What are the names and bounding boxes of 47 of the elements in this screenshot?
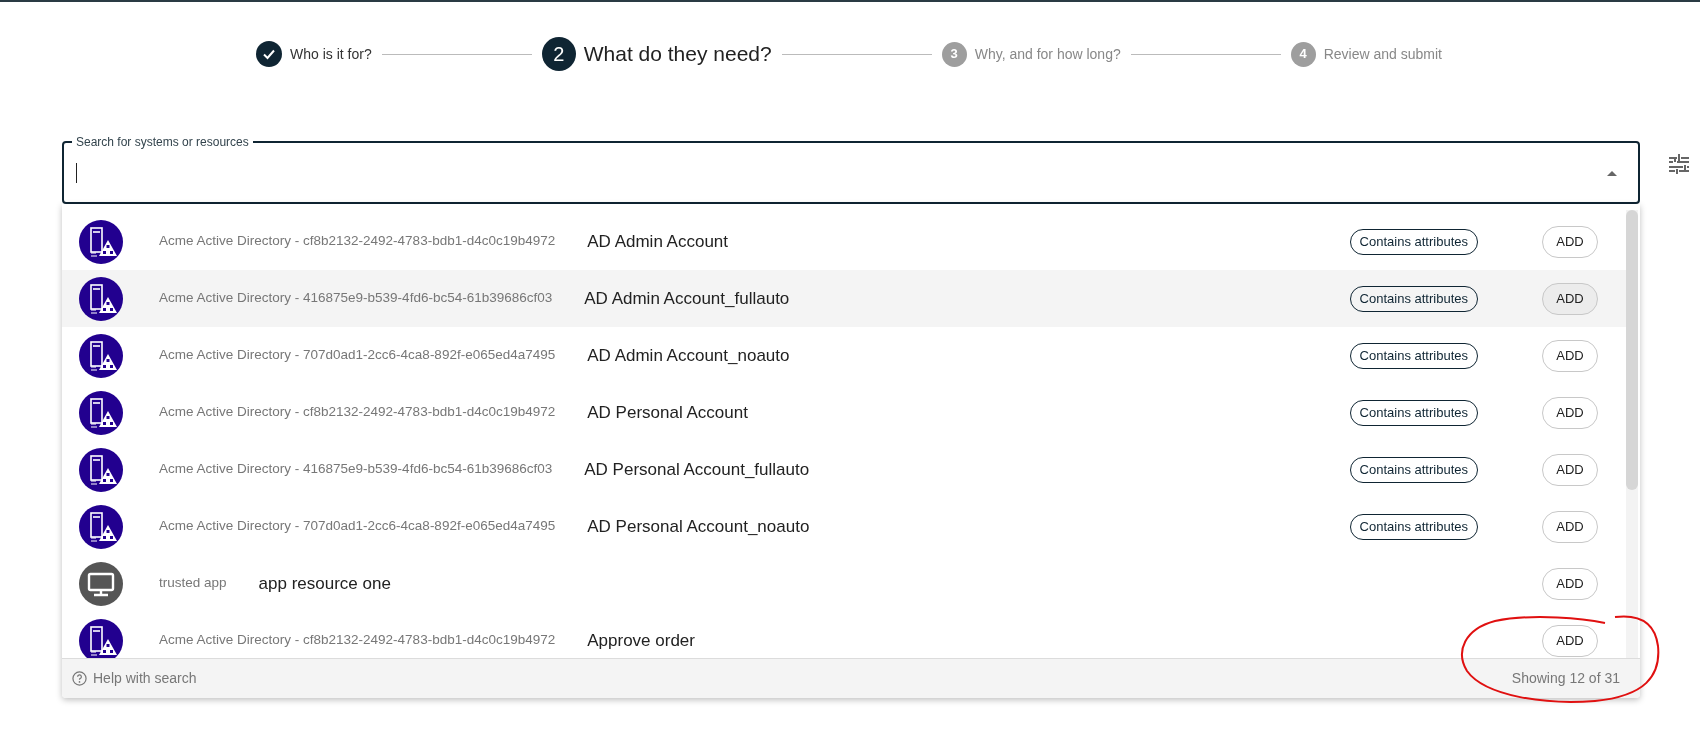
add-button[interactable]: ADD [1542, 396, 1598, 429]
directory-server-icon [79, 390, 123, 435]
step-label: What do they need? [583, 41, 772, 68]
resource-name: AD Personal Account_noauto [587, 515, 810, 538]
result-count: Showing 12 of 31 [1511, 669, 1620, 688]
search-label: Search for systems or resources [75, 134, 250, 150]
step-number: 4 [1290, 41, 1316, 67]
resource-source: Acme Active Directory - cf8b2132-2492-4783-bdb1-d4c0c19b4972 [159, 232, 556, 251]
resource-source: Acme Active Directory - 707d0ad1-2cc6-4ca8-892f-e065ed4a7495 [159, 346, 556, 365]
add-button[interactable]: ADD [1542, 339, 1598, 372]
directory-server-icon [79, 504, 123, 549]
resource-source: Acme Active Directory - 416875e9-b539-4fd6-bc54-61b39686cf03 [159, 289, 553, 308]
search-field[interactable]: Search for systems or resources [62, 134, 1640, 204]
monitor-icon [79, 561, 123, 606]
directory-server-icon [79, 276, 123, 321]
result-row[interactable]: Acme Active Directory - 416875e9-b539-4fd6-bc54-61b39686cf03 AD Admin Account_fullauto Contains attributes ADD [62, 270, 1626, 327]
resource-name: AD Admin Account [587, 230, 729, 253]
directory-server-icon [79, 219, 123, 264]
add-button[interactable]: ADD [1542, 225, 1598, 258]
resource-name: AD Personal Account [587, 401, 748, 424]
step-label: Why, and for how long? [974, 44, 1121, 64]
step-label: Who is it for? [290, 44, 372, 64]
add-button[interactable]: ADD [1542, 510, 1598, 543]
resource-name: AD Admin Account_fullauto [584, 287, 790, 310]
resource-source: Acme Active Directory - cf8b2132-2492-4783-bdb1-d4c0c19b4972 [159, 631, 556, 650]
add-button[interactable]: ADD [1542, 624, 1598, 657]
filter-settings-icon[interactable] [1668, 153, 1690, 175]
help-icon [72, 671, 87, 686]
help-link[interactable]: Help with search [72, 668, 197, 689]
step-number: 2 [541, 37, 576, 71]
resource-name: app resource one [258, 572, 391, 595]
text-cursor [76, 163, 77, 183]
directory-server-icon [79, 447, 123, 492]
add-button[interactable]: ADD [1542, 453, 1598, 486]
resource-name: AD Personal Account_fullauto [584, 458, 810, 481]
resource-source: Acme Active Directory - 416875e9-b539-4fd6-bc54-61b39686cf03 [159, 460, 553, 479]
step-number: 3 [941, 41, 967, 67]
resource-source: trusted app [159, 574, 227, 593]
resource-source: Acme Active Directory - cf8b2132-2492-4783-bdb1-d4c0c19b4972 [159, 403, 556, 422]
resource-source: Acme Active Directory - 707d0ad1-2cc6-4ca8-892f-e065ed4a7495 [159, 517, 556, 536]
add-button[interactable]: ADD [1542, 282, 1598, 315]
resource-name: Approve order [587, 629, 695, 652]
add-button[interactable]: ADD [1542, 567, 1598, 600]
step-label: Review and submit [1323, 44, 1442, 64]
scrollbar[interactable] [1626, 210, 1638, 658]
resource-name: AD Admin Account_noauto [587, 344, 790, 367]
directory-server-icon [79, 333, 123, 378]
